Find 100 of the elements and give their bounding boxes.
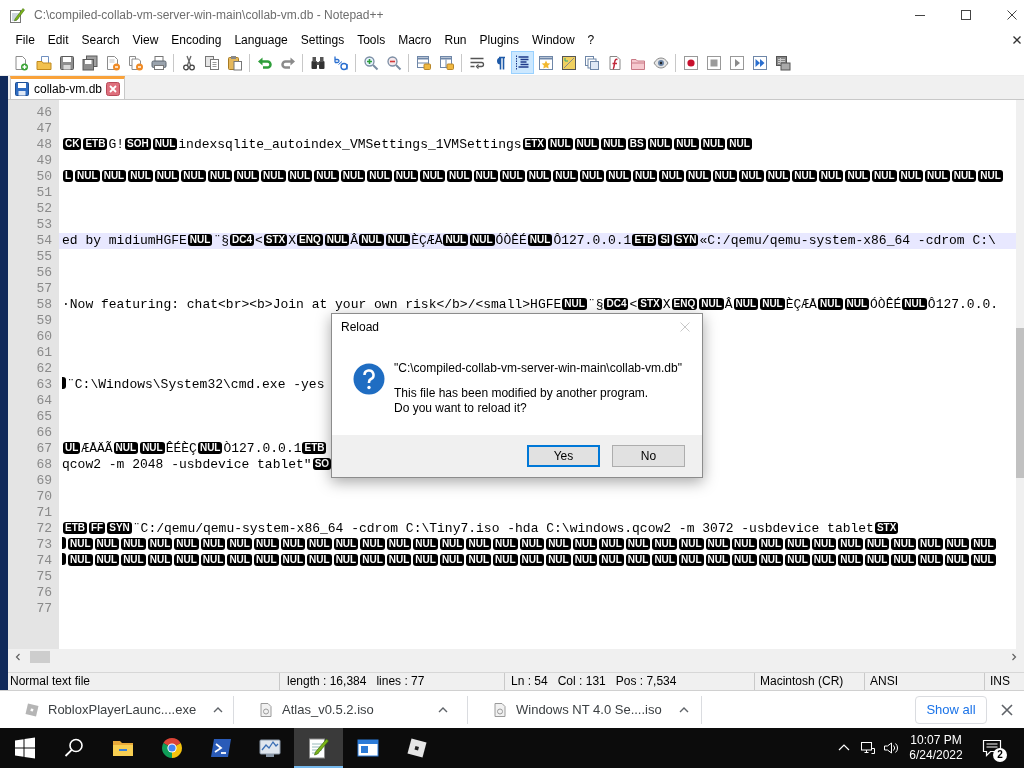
indent-guide-icon[interactable]	[511, 51, 534, 74]
color-wheel-icon[interactable]	[159, 736, 184, 760]
line-number: 73	[35, 537, 53, 553]
control-char: NUL	[253, 538, 279, 550]
chevron-left-icon[interactable]	[14, 653, 22, 661]
table-stack-icon[interactable]	[774, 54, 791, 71]
control-char: ETB	[632, 234, 657, 246]
menu-item[interactable]: Run	[438, 31, 474, 49]
scroll-thumb[interactable]	[30, 651, 50, 663]
file-tab[interactable]: collab-vm.db	[10, 76, 126, 99]
scroll-thumb[interactable]	[1016, 328, 1024, 478]
window-split-lock-icon[interactable]	[438, 54, 455, 71]
code-text: ¨§	[213, 233, 229, 248]
window-lock-icon[interactable]	[415, 54, 432, 71]
clipboard-icon[interactable]	[226, 54, 243, 71]
menu-item[interactable]: Encoding	[164, 31, 228, 49]
dialog-button[interactable]: No	[612, 445, 685, 467]
control-char: FF	[89, 522, 106, 534]
copy-icon[interactable]	[203, 54, 220, 71]
binoculars-icon[interactable]	[309, 54, 326, 71]
menu-item[interactable]: Settings	[294, 31, 351, 49]
download-name[interactable]: Atlas_v0.5.2.iso	[282, 701, 374, 718]
menu-item[interactable]: View	[126, 31, 165, 49]
new-file-icon[interactable]	[12, 54, 29, 71]
zoom-out-icon[interactable]	[385, 54, 402, 71]
line-number: 62	[35, 361, 53, 377]
control-char: NUL	[625, 538, 651, 550]
control-char: NUL	[678, 554, 704, 566]
close-icon[interactable]	[1001, 703, 1013, 716]
menu-item[interactable]: ?	[581, 31, 601, 49]
maximize-icon[interactable]	[961, 10, 971, 20]
control-char: NUL	[699, 298, 724, 310]
menu-item[interactable]: Plugins	[473, 31, 526, 49]
fast-forward-icon[interactable]	[751, 54, 768, 71]
control-char: NUL	[333, 538, 359, 550]
documents-icon[interactable]	[583, 54, 600, 71]
control-char: NUL	[686, 170, 711, 182]
line-number: 76	[35, 585, 53, 601]
scissors-icon[interactable]	[180, 54, 197, 71]
control-char: NUL	[147, 538, 173, 550]
control-char: NUL	[712, 170, 738, 182]
menu-item[interactable]: Macro	[391, 31, 438, 49]
code-text: ·Now featuring: chat<br><b>Join at your own risk</b>/<small>HGFE	[62, 297, 562, 312]
show-all-button[interactable]: Show all	[915, 695, 987, 724]
line-number: 46	[35, 105, 53, 121]
download-name[interactable]: Windows NT 4.0 Se....iso	[516, 701, 662, 718]
close-icon[interactable]	[1013, 36, 1021, 44]
monitor-chart-icon[interactable]	[257, 736, 282, 760]
menu-item[interactable]: Search	[75, 31, 127, 49]
control-char: NUL	[944, 538, 970, 550]
code-text: <	[629, 297, 638, 312]
window-icon[interactable]	[355, 736, 380, 760]
function-page-icon[interactable]	[606, 54, 623, 71]
menu-item[interactable]: Language	[227, 31, 295, 49]
clock-time[interactable]: 10:07 PM	[910, 733, 962, 748]
control-char: NUL	[75, 170, 100, 182]
control-char: ENQ	[297, 234, 323, 246]
control-char: ENQ	[671, 298, 698, 310]
control-char: NUL	[253, 554, 279, 566]
menu-item[interactable]: File	[9, 31, 42, 49]
chat-bubble-icon[interactable]	[982, 738, 1002, 758]
stop-icon[interactable]	[705, 54, 722, 71]
control-char: NUL	[606, 170, 631, 182]
chevron-right-icon[interactable]	[1010, 653, 1018, 661]
close-file-icon[interactable]	[104, 54, 121, 71]
terminal-icon[interactable]	[208, 736, 233, 760]
control-char: SI	[658, 234, 672, 246]
speaker-icon[interactable]	[883, 740, 899, 756]
download-name[interactable]: RobloxPlayerLaunc....exe	[48, 701, 197, 718]
four-panes-icon[interactable]	[12, 736, 37, 760]
control-char: NUL	[845, 170, 870, 182]
printer-icon[interactable]	[150, 54, 167, 71]
status-text: INS	[990, 674, 1010, 689]
clock-date[interactable]: 6/24/2022	[909, 748, 963, 763]
menu-item[interactable]: Window	[525, 31, 582, 49]
code-text: ÆÅÄÃ	[81, 441, 113, 456]
replace-icon[interactable]	[332, 54, 349, 71]
eye-icon[interactable]	[652, 54, 669, 71]
close-icon[interactable]	[1007, 10, 1017, 20]
folder-documents-icon[interactable]	[35, 54, 52, 71]
control-char: NUL	[732, 554, 757, 566]
zoom-in-icon[interactable]	[362, 54, 379, 71]
menu-item[interactable]: Tools	[350, 31, 392, 49]
dialog-title: Reload	[341, 319, 380, 335]
floppy-disks-icon[interactable]	[81, 54, 98, 71]
map-icon[interactable]	[560, 54, 577, 71]
network-icon[interactable]	[860, 740, 876, 756]
control-char: NUL	[659, 170, 685, 182]
dialog-button[interactable]: Yes	[527, 445, 600, 467]
control-char: NUL	[548, 138, 573, 150]
record-icon[interactable]	[682, 54, 699, 71]
play-icon[interactable]	[728, 54, 745, 71]
code-text: ÓÒÊÉ	[495, 233, 527, 248]
vertical-scrollbar[interactable]	[1016, 100, 1024, 649]
control-char: NUL	[519, 554, 545, 566]
close-files-icon[interactable]	[127, 54, 144, 71]
control-char: ETB	[302, 442, 327, 454]
notepad-icon[interactable]	[294, 728, 343, 768]
menu-item[interactable]: Edit	[41, 31, 76, 49]
control-char: NUL	[553, 170, 578, 182]
